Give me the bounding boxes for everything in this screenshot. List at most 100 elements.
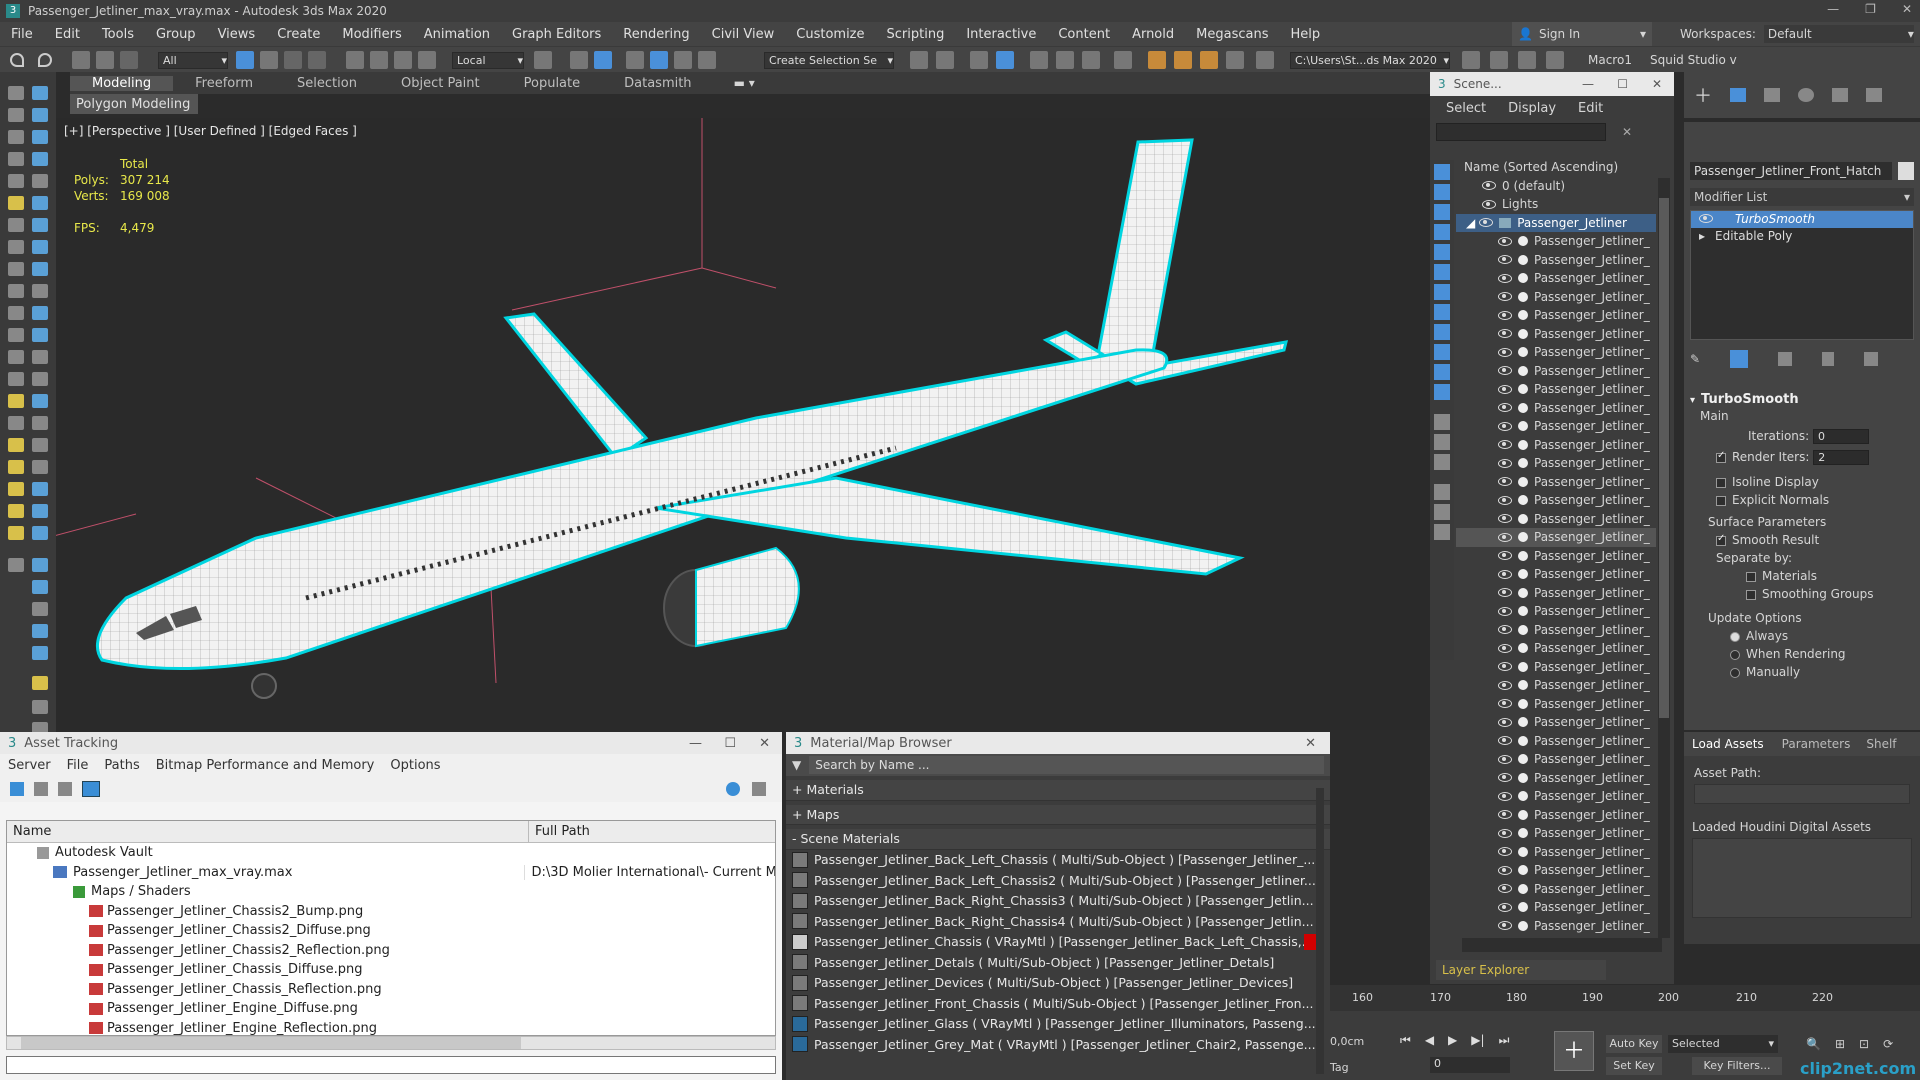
menu-animation[interactable]: Animation: [413, 27, 501, 42]
visibility-icon[interactable]: [1498, 403, 1512, 413]
project-folder-icon[interactable]: [1462, 51, 1480, 69]
list-item[interactable]: Passenger_Jetliner_: [1456, 676, 1656, 695]
display-cameras-icon[interactable]: [1434, 224, 1450, 240]
bind-space-warp-icon[interactable]: [120, 51, 138, 69]
visibility-icon[interactable]: [1498, 847, 1512, 857]
visibility-icon[interactable]: [1699, 214, 1713, 223]
tool-icon[interactable]: [8, 86, 24, 100]
tool-icon[interactable]: [32, 86, 48, 100]
tool-icon[interactable]: [32, 130, 48, 144]
rollout-title[interactable]: ▾ TurboSmooth: [1690, 392, 1914, 407]
tool-icon[interactable]: [8, 438, 24, 452]
tool-icon[interactable]: [8, 174, 24, 188]
list-item[interactable]: Passenger_Jetliner_: [1456, 639, 1656, 658]
close-icon[interactable]: ✕: [1305, 736, 1316, 751]
visibility-icon[interactable]: [1498, 717, 1512, 727]
asset-path-input[interactable]: [1694, 784, 1910, 804]
horizontal-scrollbar[interactable]: [1462, 938, 1662, 952]
list-item[interactable]: Passenger_Jetliner_: [1456, 824, 1656, 843]
list-item[interactable]: Passenger_Jetliner_: [1456, 880, 1656, 899]
thumbnail-view-icon[interactable]: [58, 782, 72, 796]
menu-scripting[interactable]: Scripting: [876, 27, 956, 42]
table-row[interactable]: Passenger_Jetliner_Chassis_Reflection.pn…: [7, 980, 775, 1000]
hierarchy-tab-icon[interactable]: [1764, 88, 1780, 102]
tool-icon[interactable]: [8, 108, 24, 122]
visibility-icon[interactable]: [1498, 921, 1512, 931]
column-header[interactable]: Name (Sorted Ascending): [1456, 158, 1656, 177]
create-tab-icon[interactable]: ＋: [1694, 82, 1712, 108]
display-spacewarps-icon[interactable]: [1434, 264, 1450, 280]
close-icon[interactable]: ✕: [1652, 77, 1662, 91]
vertical-scrollbar[interactable]: [1316, 788, 1324, 1074]
save-icon[interactable]: [1490, 51, 1508, 69]
minimize-icon[interactable]: —: [689, 736, 702, 751]
visibility-icon[interactable]: [1498, 458, 1512, 468]
macro-label[interactable]: Macro1: [1588, 53, 1632, 67]
engine-nacelle[interactable]: [695, 546, 800, 648]
table-row[interactable]: Maps / Shaders: [7, 882, 775, 902]
menu-graph-editors[interactable]: Graph Editors: [501, 27, 612, 42]
display-helpers-icon[interactable]: [1434, 244, 1450, 260]
link-icon[interactable]: [72, 51, 90, 69]
tool-icon[interactable]: [32, 196, 48, 210]
list-item[interactable]: Passenger_Jetliner_Detals ( Multi/Sub-Ob…: [786, 952, 1330, 973]
tool-icon[interactable]: [8, 416, 24, 430]
houdini-assets-list[interactable]: [1692, 838, 1912, 918]
smooth-result-checkbox[interactable]: [1716, 533, 1726, 546]
visibility-icon[interactable]: [1498, 514, 1512, 524]
visibility-icon[interactable]: [1498, 625, 1512, 635]
tool-icon[interactable]: [32, 580, 48, 594]
tab-freeform[interactable]: Freeform: [173, 76, 275, 91]
menu-display[interactable]: Display: [1508, 101, 1556, 116]
show-end-result-icon[interactable]: [1730, 350, 1749, 368]
utilities-tab-icon[interactable]: [1866, 88, 1882, 102]
select-manipulate-icon[interactable]: [570, 51, 588, 69]
display-tab-icon[interactable]: [1832, 88, 1848, 102]
settings-icon[interactable]: [752, 782, 766, 796]
visibility-icon[interactable]: [1498, 680, 1512, 690]
menu-arnold[interactable]: Arnold: [1121, 27, 1185, 42]
schematic-view-icon[interactable]: [1082, 51, 1100, 69]
named-selection-sets-dropdown[interactable]: Create Selection Se ▾: [764, 52, 894, 69]
visibility-icon[interactable]: [1498, 588, 1512, 598]
menu-civil-view[interactable]: Civil View: [701, 27, 786, 42]
display-groups-icon[interactable]: [1434, 284, 1450, 300]
table-row[interactable]: Autodesk Vault: [7, 843, 775, 863]
menu-create[interactable]: Create: [266, 27, 331, 42]
menu-select[interactable]: Select: [1446, 101, 1486, 116]
minimize-icon[interactable]: —: [1582, 77, 1594, 91]
layer-explorer-icon[interactable]: [996, 51, 1014, 69]
list-item[interactable]: Passenger_Jetliner_: [1456, 454, 1656, 473]
tool-icon[interactable]: [32, 350, 48, 364]
menu-group[interactable]: Group: [145, 27, 207, 42]
list-item[interactable]: Passenger_Jetliner_: [1456, 491, 1656, 510]
previous-frame-icon[interactable]: ◀: [1425, 1033, 1434, 1048]
menu-customize[interactable]: Customize: [785, 27, 875, 42]
menu-interactive[interactable]: Interactive: [955, 27, 1047, 42]
play-icon[interactable]: ▶: [1448, 1033, 1457, 1048]
funnel-icon[interactable]: [1434, 504, 1450, 520]
explorer-search-input[interactable]: [1436, 123, 1606, 141]
unlink-icon[interactable]: [96, 51, 114, 69]
menu-server[interactable]: Server: [0, 758, 59, 773]
tool-icon[interactable]: [8, 350, 24, 364]
perspective-viewport[interactable]: [+] [Perspective ] [User Defined ] [Edge…: [56, 118, 1432, 730]
tool-icon[interactable]: [8, 328, 24, 342]
list-item[interactable]: Passenger_Jetliner_: [1456, 473, 1656, 492]
visibility-icon[interactable]: [1498, 754, 1512, 764]
tool-icon[interactable]: [8, 526, 24, 540]
tool-icon[interactable]: [32, 416, 48, 430]
tool-icon[interactable]: [8, 460, 24, 474]
visibility-icon[interactable]: [1498, 606, 1512, 616]
export-icon[interactable]: [1518, 51, 1536, 69]
open-file-icon[interactable]: [1256, 51, 1274, 69]
tab-populate[interactable]: Populate: [502, 76, 603, 91]
tool-icon[interactable]: [8, 504, 24, 518]
column-full-path[interactable]: Full Path: [529, 821, 775, 842]
display-shapes-icon[interactable]: [1434, 184, 1450, 200]
tool-icon[interactable]: [8, 306, 24, 320]
rect-selection-icon[interactable]: [284, 51, 302, 69]
render-iters-spinner[interactable]: 2: [1813, 450, 1870, 465]
rotate-icon[interactable]: [370, 51, 388, 69]
iterations-spinner[interactable]: 0: [1813, 429, 1870, 444]
